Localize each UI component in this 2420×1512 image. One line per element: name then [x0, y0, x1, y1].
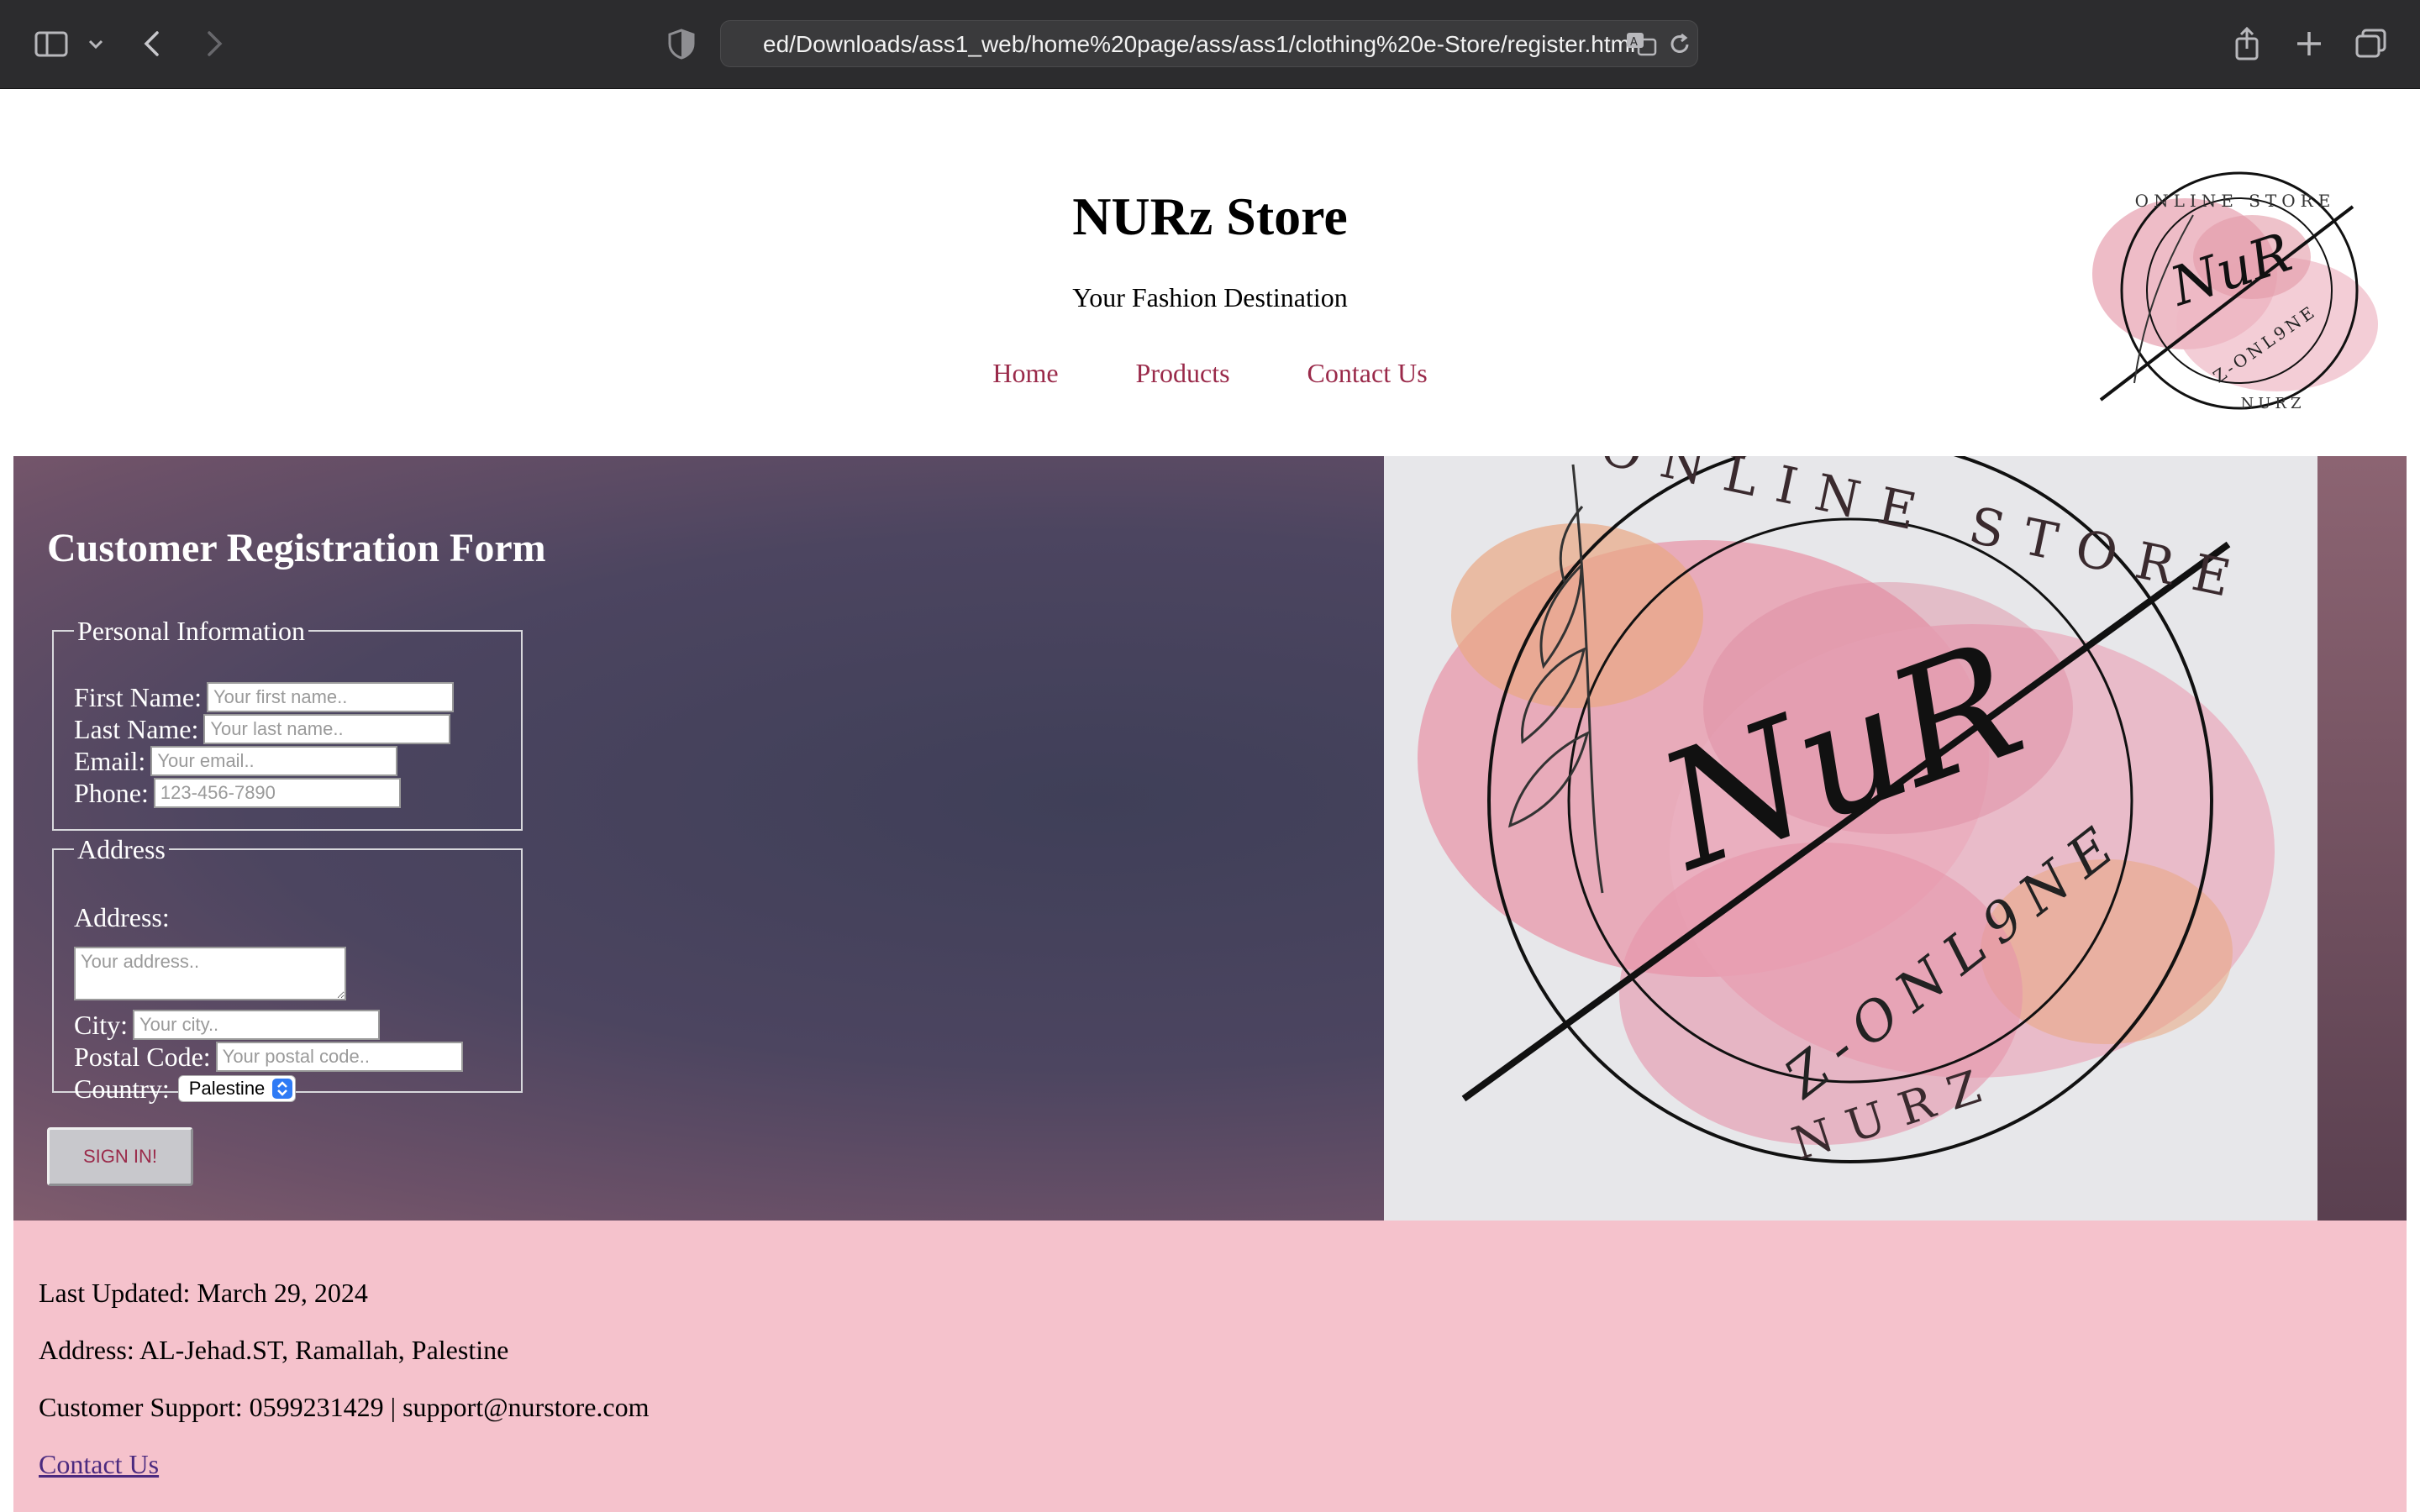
- sidebar-toggle-icon[interactable]: [34, 25, 71, 62]
- country-select[interactable]: Palestine: [177, 1074, 297, 1102]
- tab-overview-icon[interactable]: [2353, 25, 2390, 62]
- country-label: Country:: [74, 1073, 170, 1104]
- back-icon[interactable]: [134, 25, 171, 62]
- last-name-input[interactable]: [203, 713, 451, 744]
- personal-information-fieldset: Personal Information First Name: Last Na…: [52, 616, 523, 831]
- postal-code-label: Postal Code:: [74, 1041, 211, 1072]
- postal-code-input[interactable]: [215, 1041, 463, 1072]
- city-label: City:: [74, 1009, 129, 1040]
- translate-icon[interactable]: A: [1625, 28, 1659, 61]
- privacy-shield-icon[interactable]: [663, 25, 700, 62]
- new-tab-icon[interactable]: [2291, 25, 2328, 62]
- email-label: Email:: [74, 745, 146, 776]
- phone-input[interactable]: [153, 777, 401, 808]
- form-title: Customer Registration Form: [47, 526, 546, 570]
- sign-in-button[interactable]: SIGN IN!: [47, 1127, 193, 1186]
- nav-home[interactable]: Home: [992, 358, 1058, 388]
- email-row: Email:: [74, 742, 398, 777]
- hero-edge: [2317, 456, 2407, 1221]
- registration-section: NuR ONLINE STORE Z-ONL9NE NURZ Customer …: [13, 456, 2407, 1221]
- reload-icon[interactable]: [1665, 29, 1694, 60]
- postal-code-row: Postal Code:: [74, 1037, 463, 1073]
- country-row: Country: Palestine: [74, 1069, 297, 1105]
- phone-row: Phone:: [74, 774, 401, 809]
- first-name-label: First Name:: [74, 681, 202, 712]
- city-input[interactable]: [133, 1009, 381, 1040]
- svg-text:ONLINE STORE: ONLINE STORE: [2135, 191, 2336, 211]
- svg-text:NURZ: NURZ: [2241, 395, 2306, 412]
- address-label: Address:: [74, 901, 170, 932]
- store-logo-large: NuR ONLINE STORE Z-ONL9NE NURZ: [1384, 456, 2317, 1221]
- site-footer: Last Updated: March 29, 2024 Address: AL…: [13, 1221, 2407, 1512]
- share-icon[interactable]: [2228, 25, 2265, 62]
- customer-support-text: Customer Support: 0599231429 | support@n…: [39, 1392, 650, 1422]
- last-updated-text: Last Updated: March 29, 2024: [39, 1278, 368, 1308]
- site-title: NURz Store: [1072, 186, 1348, 246]
- site-tagline: Your Fashion Destination: [1072, 282, 1348, 312]
- first-name-row: First Name:: [74, 678, 454, 713]
- address-textarea-row: [74, 947, 346, 1000]
- phone-label: Phone:: [74, 777, 149, 808]
- personal-information-legend: Personal Information: [77, 616, 306, 646]
- store-logo-small: NuR ONLINE STORE Z-ONL9NE NURZ: [2092, 171, 2378, 412]
- browser-toolbar: ed/Downloads/ass1_web/home%20page/ass/as…: [0, 0, 2420, 89]
- first-name-input[interactable]: [206, 681, 454, 712]
- nav-products[interactable]: Products: [1136, 358, 1230, 388]
- svg-text:A: A: [1630, 36, 1638, 49]
- footer-address-text: Address: AL-Jehad.ST, Ramallah, Palestin…: [39, 1335, 509, 1365]
- address-label-row: Address:: [74, 898, 170, 933]
- address-textarea[interactable]: [74, 947, 346, 1000]
- address-legend: Address: [77, 834, 166, 864]
- nav-contact-us[interactable]: Contact Us: [1307, 358, 1428, 388]
- last-name-label: Last Name:: [74, 713, 199, 744]
- site-header: NURz Store Your Fashion Destination Home…: [0, 89, 2420, 455]
- select-chevron-icon: [272, 1078, 293, 1099]
- footer-contact-row: Contact Us: [39, 1447, 159, 1481]
- web-page: NURz Store Your Fashion Destination Home…: [0, 89, 2420, 1512]
- address-fieldset: Address Address: City: Postal Code: Coun…: [52, 834, 523, 1104]
- country-selected-value: Palestine: [188, 1077, 266, 1099]
- city-row: City:: [74, 1005, 381, 1041]
- chevron-down-icon[interactable]: [84, 25, 108, 62]
- address-bar[interactable]: ed/Downloads/ass1_web/home%20page/ass/as…: [720, 20, 1698, 67]
- last-name-row: Last Name:: [74, 710, 451, 745]
- url-text[interactable]: ed/Downloads/ass1_web/home%20page/ass/as…: [763, 31, 1654, 58]
- forward-icon[interactable]: [195, 25, 232, 62]
- email-input[interactable]: [150, 745, 398, 776]
- footer-contact-link[interactable]: Contact Us: [39, 1449, 159, 1479]
- main-nav: Home Products Contact Us: [0, 356, 2420, 390]
